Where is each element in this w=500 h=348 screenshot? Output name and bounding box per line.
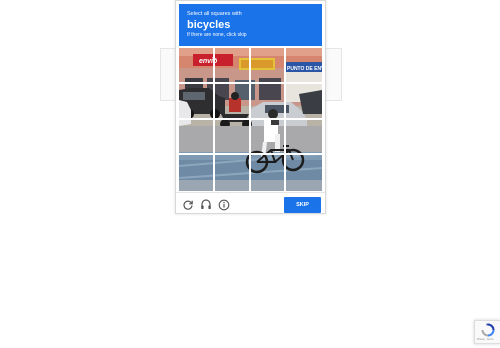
instruction-subtext: If there are none, click skip bbox=[187, 32, 247, 38]
grid-tile-r3c2[interactable] bbox=[214, 119, 251, 156]
instruction-text: Select all squares with bbox=[187, 11, 242, 17]
grid-tile-r3c4[interactable] bbox=[286, 120, 322, 156]
info-icon[interactable] bbox=[218, 199, 230, 211]
recaptcha-badge[interactable]: Privacy - Terms bbox=[474, 320, 500, 344]
challenge-image-grid: PUNTO DE ENVÍO enviō bbox=[179, 48, 322, 191]
grid-tile-r4c4[interactable] bbox=[286, 155, 322, 191]
page: Select all squares with bicycles If ther… bbox=[0, 0, 500, 348]
grid-tile-r1c1[interactable] bbox=[179, 48, 215, 84]
reload-icon[interactable] bbox=[182, 199, 194, 211]
grid-tile-r2c2[interactable] bbox=[214, 83, 251, 120]
recaptcha-challenge-popup: Select all squares with bicycles If ther… bbox=[175, 0, 326, 214]
grid-tile-r4c2[interactable] bbox=[215, 155, 251, 191]
grid-tile-r4c3[interactable] bbox=[251, 155, 287, 191]
grid-tile-r3c1[interactable] bbox=[179, 119, 215, 156]
grid-tile-r2c4[interactable] bbox=[286, 84, 322, 120]
tile-grid bbox=[179, 48, 322, 191]
challenge-header: Select all squares with bicycles If ther… bbox=[179, 4, 322, 46]
badge-terms-text: Privacy - Terms bbox=[477, 338, 494, 341]
grid-tile-r4c1[interactable] bbox=[179, 155, 215, 191]
grid-tile-r2c3[interactable] bbox=[250, 83, 287, 120]
challenge-footer: SKIP bbox=[176, 192, 325, 215]
grid-tile-r1c2[interactable] bbox=[214, 48, 251, 84]
grid-tile-r3c3[interactable] bbox=[250, 119, 287, 156]
grid-tile-r1c3[interactable] bbox=[250, 48, 287, 84]
skip-button[interactable]: SKIP bbox=[284, 197, 321, 213]
audio-icon[interactable] bbox=[200, 199, 212, 211]
grid-tile-r1c4[interactable] bbox=[286, 48, 322, 84]
grid-tile-r2c1[interactable] bbox=[179, 83, 215, 120]
recaptcha-logo-icon bbox=[481, 323, 495, 337]
challenge-keyword: bicycles bbox=[187, 19, 231, 31]
